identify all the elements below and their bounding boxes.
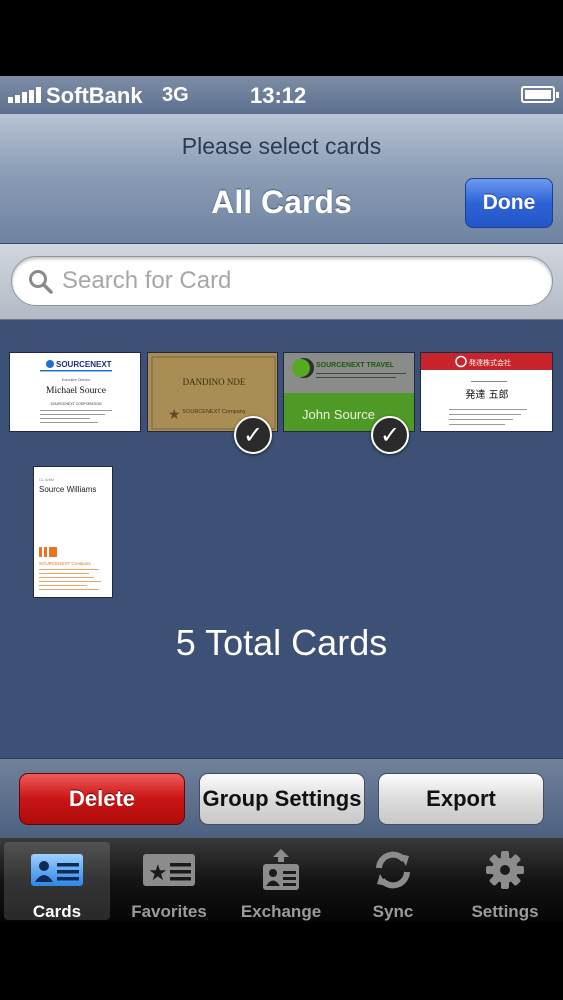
card-3-company: SOURCENEXT TRAVEL	[316, 362, 395, 369]
svg-text:★: ★	[148, 860, 168, 885]
tab-favorites-label: Favorites	[131, 902, 207, 921]
search-icon	[29, 270, 53, 294]
tab-sync[interactable]: Sync	[340, 842, 446, 921]
search-placeholder: Search for Card	[62, 267, 232, 294]
delete-button[interactable]: Delete	[19, 773, 185, 825]
card-1-org: SOURCENEXT CORPORATION	[50, 402, 101, 406]
signal-strength-icon	[8, 87, 41, 103]
card-5-name: Source Williams	[39, 485, 96, 494]
card-4-artwork: 発達株式会社 発達 五郎	[421, 353, 552, 425]
favorites-icon: ★	[143, 854, 195, 886]
sync-icon	[376, 851, 410, 889]
card-thumbnail-source-williams[interactable]: CL Artist Source Williams SOURCENEXT Cre…	[33, 466, 113, 598]
card-2-name: DANDINO NDE	[183, 377, 246, 387]
export-button[interactable]: Export	[378, 773, 544, 825]
battery-icon	[521, 86, 559, 103]
search-bar: Search for Card	[0, 244, 563, 320]
card-1-artwork: SOURCENEXT Executive Director Michael So…	[40, 360, 112, 423]
svg-text:★: ★	[168, 406, 181, 422]
group-settings-button[interactable]: Group Settings	[199, 773, 365, 825]
status-time: 13:12	[250, 83, 307, 108]
tab-sync-label: Sync	[372, 902, 414, 921]
card-thumbnail-japanese-card[interactable]: 発達株式会社 発達 五郎	[420, 352, 553, 432]
card-1-name: Michael Source	[46, 386, 106, 396]
card-2-org: SOURCENEXT Company	[182, 409, 245, 415]
select-prompt: Please select cards	[181, 133, 382, 159]
action-bar: Delete Group Settings Export	[0, 758, 563, 838]
search-input[interactable]: Search for Card	[11, 256, 553, 306]
selected-checkmark-icon: ✓	[371, 416, 409, 454]
card-4-company: 発達株式会社	[469, 358, 511, 367]
card-3-name: John Source	[302, 407, 375, 422]
tab-favorites[interactable]: ★ Favorites	[116, 842, 222, 921]
card-grid: SOURCENEXT Executive Director Michael So…	[0, 320, 563, 758]
settings-icon	[486, 851, 524, 889]
svg-text:Executive Director: Executive Director	[62, 378, 91, 382]
card-thumbnail-michael-source[interactable]: SOURCENEXT Executive Director Michael So…	[9, 352, 141, 432]
done-button[interactable]: Done	[465, 178, 553, 228]
tab-exchange-label: Exchange	[240, 902, 322, 921]
tab-exchange[interactable]: Exchange	[228, 842, 334, 921]
network-type: 3G	[162, 84, 189, 106]
carrier-name: SoftBank	[46, 83, 143, 108]
cards-icon	[31, 854, 83, 886]
card-4-name: 発達 五郎	[465, 388, 508, 401]
tab-cards-label: Cards	[32, 902, 82, 921]
tab-cards[interactable]: Cards	[4, 842, 110, 921]
card-1-company: SOURCENEXT	[56, 360, 112, 369]
tab-settings[interactable]: Settings	[452, 842, 558, 921]
card-5-org: SOURCENEXT Creations	[39, 561, 91, 566]
selected-checkmark-icon: ✓	[234, 416, 272, 454]
status-bar: SoftBank 3G 13:12	[0, 76, 563, 114]
tab-settings-label: Settings	[471, 902, 539, 921]
exchange-icon	[263, 849, 299, 890]
svg-text:CL Artist: CL Artist	[39, 477, 55, 482]
card-5-artwork: CL Artist Source Williams SOURCENEXT Cre…	[39, 477, 101, 590]
navigation-bar: Please select cards All Cards Done	[0, 114, 563, 244]
tab-bar: Cards ★ Favorites Exchange Sync Settings	[0, 838, 563, 922]
total-cards-count: 5 Total Cards	[175, 622, 388, 663]
